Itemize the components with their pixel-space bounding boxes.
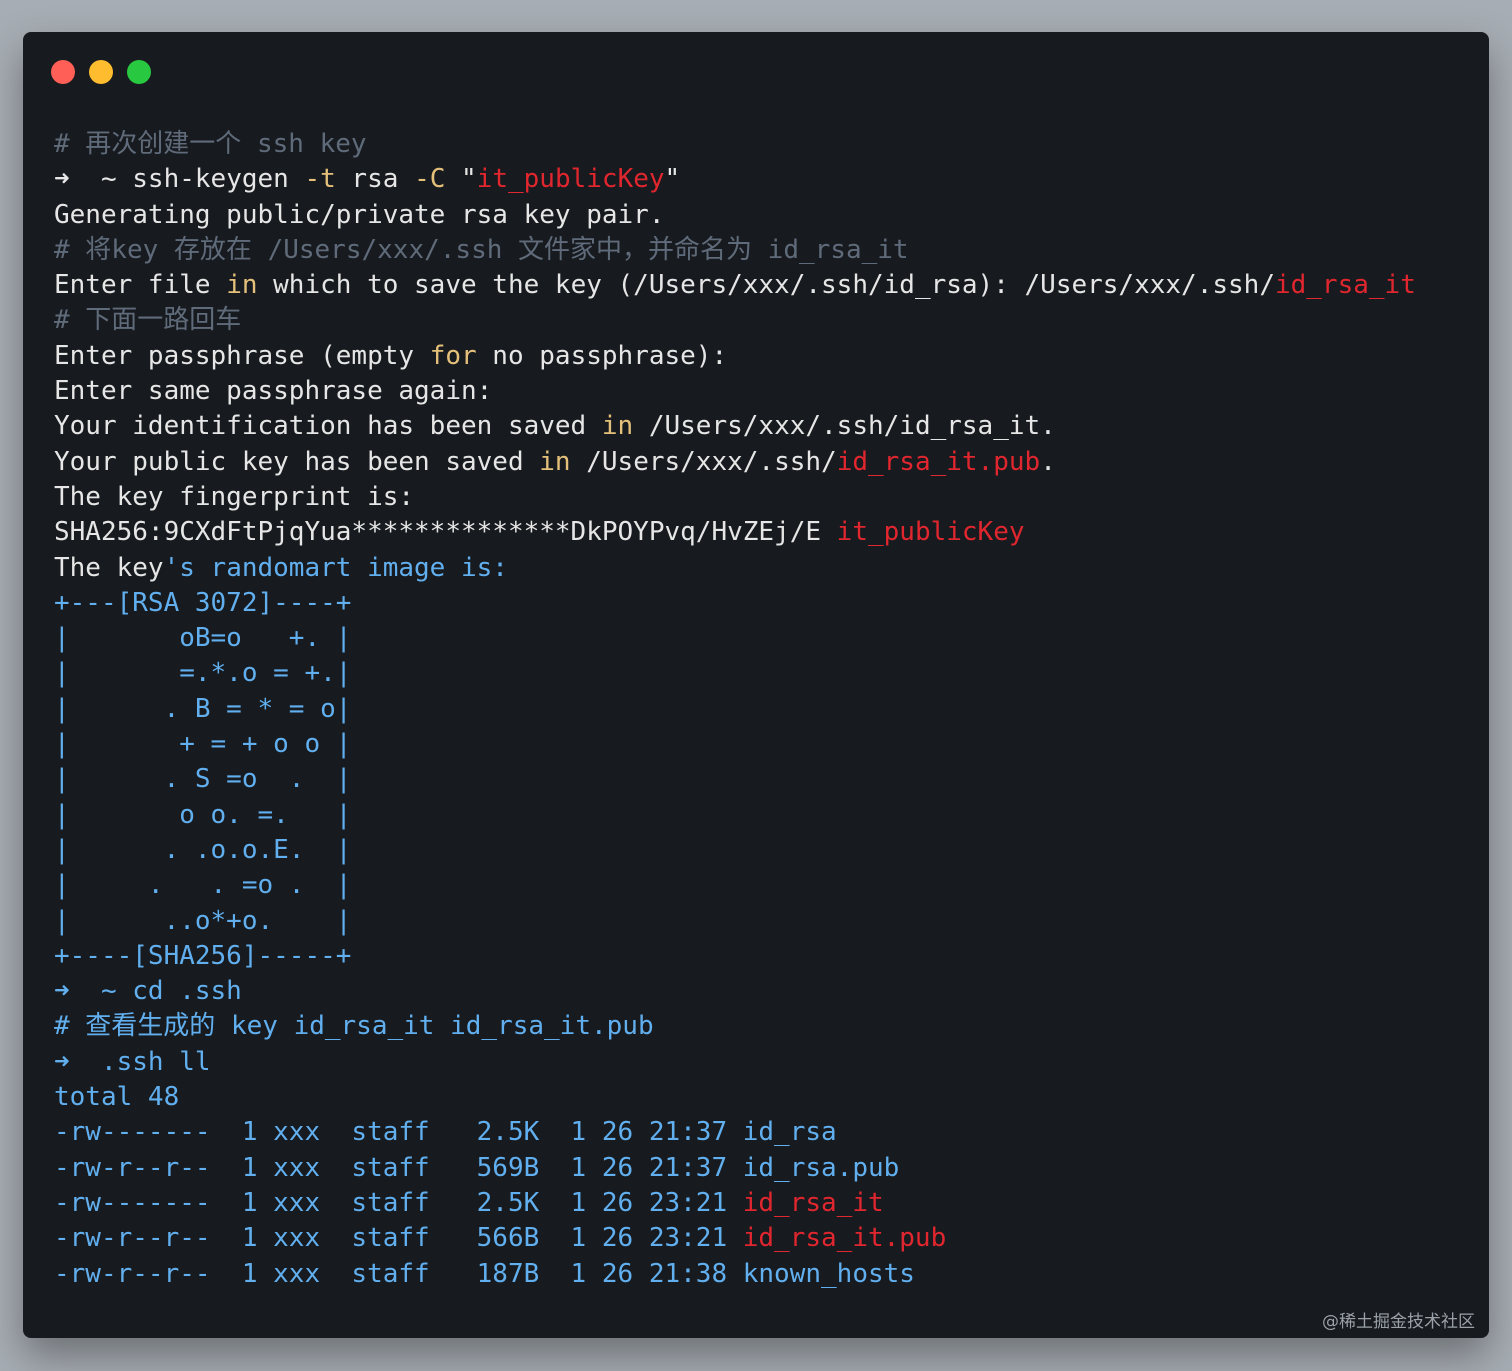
terminal-text-segment: ➜ ~ cd .ssh [54,976,242,1007]
terminal-line: Enter same passphrase again: [54,374,1479,409]
terminal-line: SHA256:9CXdFtPjqYua**************DkPOYPv… [54,515,1479,550]
minimize-button[interactable] [89,60,113,84]
terminal-text-segment: " [664,164,681,195]
terminal-output[interactable]: # 再次创建一个 ssh key ➜ ~ ssh-keygen -t rsa -C… [54,127,1479,1292]
terminal-line: ➜ ~ cd .ssh [54,974,1479,1009]
terminal-text-segment: SHA256:9CXdFtPjqYua**************DkPOYPv… [54,517,837,548]
terminal-text-segment: | . .o.o.E. | [54,834,352,865]
terminal-line: -rw-r--r-- 1 xxx staff 569B 1 26 21:37 i… [54,1151,1479,1186]
terminal-text-segment: -C [414,164,446,195]
terminal-text-segment: id_rsa_it.pub [836,446,1041,477]
terminal-line: | =.*.o = +.| [54,656,1479,691]
terminal-text-segment: rsa [335,164,415,195]
terminal-line: | o o. =. | [54,798,1479,833]
terminal-text-segment: -rw-r--r-- 1 xxx staff 566B 1 26 23:21 [54,1223,743,1254]
terminal-line: +----[SHA256]-----+ [54,939,1479,974]
terminal-text-segment: Enter file [54,270,227,301]
terminal-text-segment: 's randomart image is: [163,552,508,583]
terminal-line: -rw------- 1 xxx staff 2.5K 1 26 23:21 i… [54,1186,1479,1221]
terminal-text-segment: no passphrase): [476,340,728,371]
terminal-text-segment: Generating public/private rsa key pair. [54,199,665,230]
terminal-line: # 下面一路回车 [54,303,1479,338]
terminal-line: ➜ ~ ssh-keygen -t rsa -C "it_publicKey" [54,162,1479,197]
watermark: @稀土掘金技术社区 [1322,1312,1475,1332]
terminal-text-segment: +---[RSA 3072]----+ [54,587,352,618]
terminal-line: The key fingerprint is: [54,480,1479,515]
terminal-text-segment: total 48 [54,1082,180,1113]
terminal-text-segment: Your public key has been saved [54,446,540,477]
terminal-text-segment: | . . =o . | [54,870,352,901]
terminal-line: -rw------- 1 xxx staff 2.5K 1 26 21:37 i… [54,1115,1479,1150]
terminal-window: # 再次创建一个 ssh key ➜ ~ ssh-keygen -t rsa -C… [23,32,1489,1338]
terminal-text-segment: | + = + o o | [54,729,352,760]
terminal-text-segment: # 将key 存放在 /Users/xxx/.ssh 文件家中，并命名为 id_… [54,234,909,265]
terminal-line: # 将key 存放在 /Users/xxx/.ssh 文件家中，并命名为 id_… [54,233,1479,268]
terminal-text-segment: +----[SHA256]-----+ [54,940,352,971]
terminal-text-segment: id_rsa_it.pub [742,1223,947,1254]
close-button[interactable] [51,60,75,84]
terminal-text-segment: # 下面一路回车 [54,305,242,336]
terminal-text-segment: # 再次创建一个 ssh key [54,129,367,159]
terminal-text-segment: Enter same passphrase again: [54,376,493,407]
terminal-line: +---[RSA 3072]----+ [54,586,1479,621]
terminal-line: | ..o*+o. | [54,904,1479,939]
terminal-line: | oB=o +. | [54,621,1479,656]
terminal-text-segment: id_rsa_it [742,1187,884,1218]
terminal-text-segment: /Users/xxx/.ssh/id_rsa_it. [633,411,1056,442]
terminal-line: Generating public/private rsa key pair. [54,198,1479,233]
terminal-text-segment: for [429,340,477,371]
terminal-line: ➜ .ssh ll [54,1045,1479,1080]
terminal-text-segment: -rw------- 1 xxx staff 2.5K 1 26 23:21 [54,1187,743,1218]
terminal-text-segment: # 查看生成的 key id_rsa_it id_rsa_it.pub [54,1011,654,1042]
terminal-line: | . S =o . | [54,762,1479,797]
terminal-text-segment: Enter passphrase (empty [54,340,430,371]
terminal-text-segment: in [539,446,571,477]
terminal-line: # 查看生成的 key id_rsa_it id_rsa_it.pub [54,1009,1479,1044]
terminal-line: Enter passphrase (empty for no passphras… [54,339,1479,374]
terminal-text-segment: -rw-r--r-- 1 xxx staff 187B 1 26 21:38 k… [54,1258,915,1289]
terminal-text-segment: ➜ ~ [54,164,133,195]
zoom-button[interactable] [127,60,151,84]
terminal-text-segment: The key fingerprint is: [54,481,415,512]
terminal-text-segment: | . B = * = o| [54,693,352,724]
terminal-line: Enter file in which to save the key (/Us… [54,268,1479,303]
terminal-text-segment: " [445,164,477,195]
terminal-text-segment: Your identification has been saved [54,411,602,442]
terminal-line: -rw-r--r-- 1 xxx staff 187B 1 26 21:38 k… [54,1257,1479,1292]
terminal-line: -rw-r--r-- 1 xxx staff 566B 1 26 23:21 i… [54,1221,1479,1256]
terminal-line: Your identification has been saved in /U… [54,409,1479,444]
terminal-text-segment: /Users/xxx/.ssh/ [570,446,837,477]
terminal-text-segment: -rw-r--r-- 1 xxx staff 569B 1 26 21:37 i… [54,1152,900,1183]
terminal-text-segment: | =.*.o = +.| [54,658,352,689]
terminal-text-segment: -rw------- 1 xxx staff 2.5K 1 26 21:37 i… [54,1117,837,1148]
terminal-line: The key's randomart image is: [54,551,1479,586]
terminal-text-segment: it_publicKey [836,517,1025,548]
terminal-text-segment: The key [54,552,164,583]
terminal-line: total 48 [54,1080,1479,1115]
terminal-text-segment: ssh-keygen [132,164,305,195]
terminal-text-segment: in [226,270,258,301]
terminal-text-segment: which to save the key (/Users/xxx/.ssh/i… [257,270,1275,301]
terminal-text-segment: | . S =o . | [54,764,352,795]
terminal-text-segment: id_rsa_it [1274,270,1416,301]
terminal-text-segment: ➜ .ssh ll [54,1046,211,1077]
terminal-text-segment: -t [304,164,336,195]
terminal-line: | . . =o . | [54,868,1479,903]
terminal-line: # 再次创建一个 ssh key [54,127,1479,162]
terminal-text-segment: | o o. =. | [54,799,352,830]
terminal-line: | . .o.o.E. | [54,833,1479,868]
terminal-line: Your public key has been saved in /Users… [54,445,1479,480]
terminal-line: | . B = * = o| [54,692,1479,727]
terminal-text-segment: | ..o*+o. | [54,905,352,936]
terminal-text-segment: in [601,411,634,442]
terminal-line: | + = + o o | [54,727,1479,762]
terminal-text-segment: it_publicKey [476,164,665,195]
terminal-text-segment: . [1040,446,1056,477]
window-controls [51,60,151,84]
terminal-text-segment: | oB=o +. | [54,623,352,654]
